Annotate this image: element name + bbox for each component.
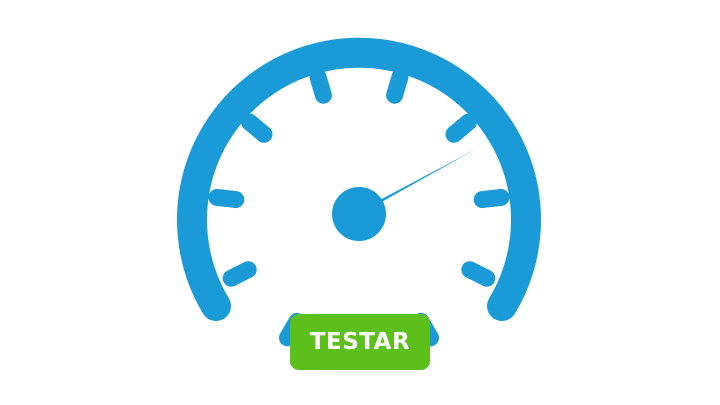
gauge-tick [386,68,409,104]
speed-test-screen: TESTAR [0,0,720,405]
gauge-tick [309,68,332,104]
gauge-tick [222,261,257,287]
gauge-tick [461,261,496,287]
gauge-tick [473,188,510,209]
gauge-tick [241,113,273,143]
gauge-tick [445,113,477,143]
gauge-tick [208,188,245,209]
test-button[interactable]: TESTAR [290,314,430,370]
gauge-hub [332,187,386,241]
